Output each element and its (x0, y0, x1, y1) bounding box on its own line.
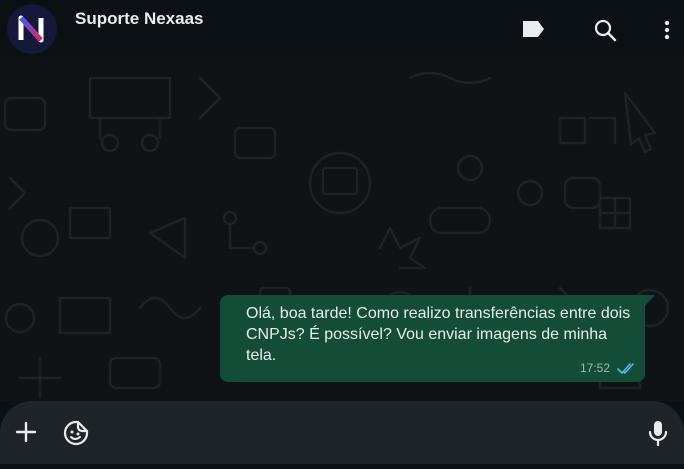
avatar[interactable] (7, 4, 57, 54)
search-icon[interactable] (594, 19, 618, 48)
message-text: Olá, boa tarde! Como realizo transferênc… (246, 305, 631, 364)
outgoing-message[interactable]: Olá, boa tarde! Como realizo transferênc… (220, 295, 645, 382)
nexaas-logo (7, 4, 57, 54)
contact-name[interactable]: Suporte Nexaas (75, 9, 204, 29)
mic-icon[interactable] (648, 419, 668, 452)
chat-header: Suporte Nexaas (0, 0, 684, 58)
message-time: 17:52 (580, 361, 611, 375)
chat-panel[interactable]: Olá, boa tarde! Como realizo transferênc… (0, 58, 684, 401)
sticker-icon[interactable] (63, 420, 89, 451)
bubble-tail (645, 295, 655, 306)
more-vertical-icon[interactable] (661, 19, 673, 46)
label-icon[interactable] (521, 19, 546, 44)
plus-icon[interactable] (15, 421, 37, 448)
composer-bar (0, 401, 684, 469)
message-input[interactable] (0, 401, 684, 464)
read-ticks-icon (617, 362, 637, 380)
